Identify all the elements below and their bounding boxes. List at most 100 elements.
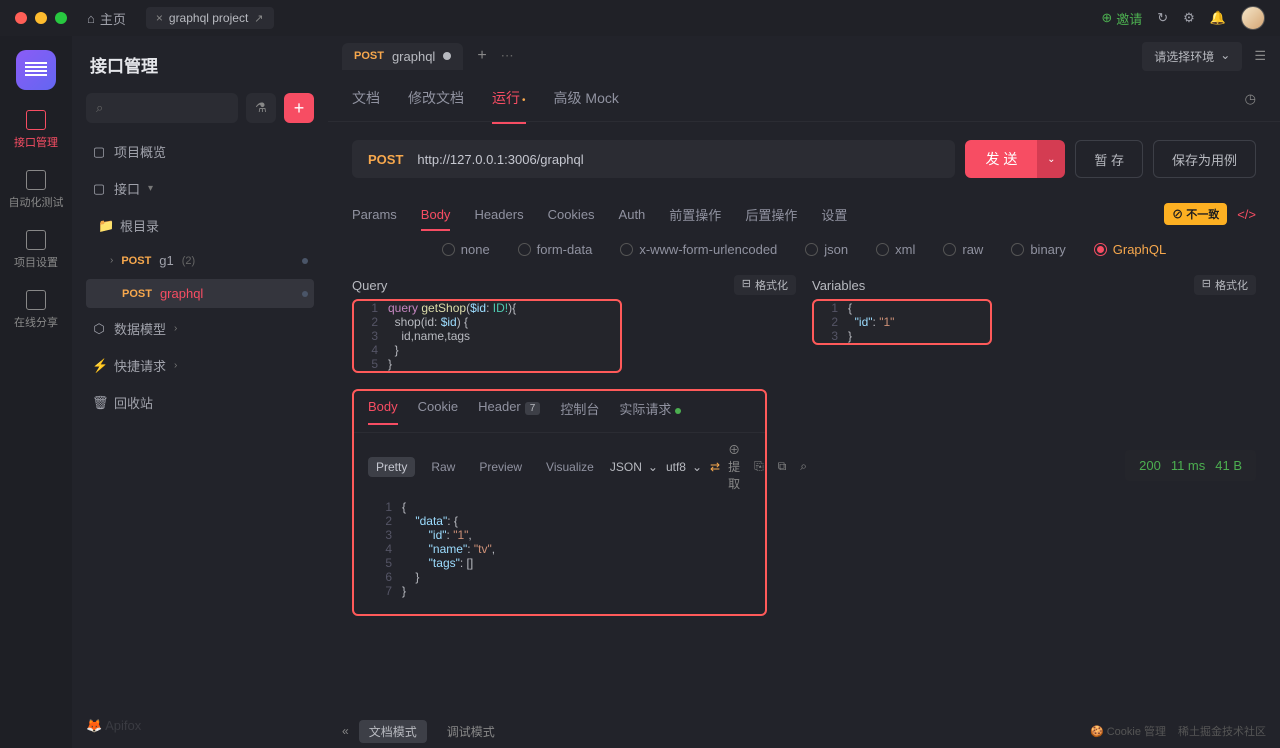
cookie-manage[interactable]: 🍪 Cookie 管理 (1090, 723, 1166, 739)
tab-prescript[interactable]: 前置操作 (669, 205, 721, 224)
resp-tab-actual[interactable]: 实际请求 (619, 399, 681, 424)
unsaved-dot (443, 52, 451, 60)
environment-selector[interactable]: 请选择环境 ⌄ (1142, 42, 1242, 71)
project-tab-label: graphql project (169, 11, 248, 25)
maximize-window[interactable] (55, 12, 67, 24)
tab-headers[interactable]: Headers (474, 207, 523, 222)
chevron-right-icon: › (174, 360, 177, 371)
sidebar: 接口管理 ⌕ ⚗ + ▢ 项目概览 ▢ 接口 ▾ 📁 根目录 (72, 36, 328, 748)
tree-api-root[interactable]: ▢ 接口 ▾ (86, 172, 314, 205)
body-type-none[interactable]: none (442, 242, 490, 257)
home-label: 主页 (100, 9, 126, 28)
format-select[interactable]: JSON ⌄ (610, 460, 658, 474)
resp-tab-console[interactable]: 控制台 (560, 399, 599, 424)
stash-button[interactable]: 暂 存 (1075, 140, 1143, 178)
code-icon[interactable]: </> (1237, 207, 1256, 222)
body-type-raw[interactable]: raw (943, 242, 983, 257)
view-pretty[interactable]: Pretty (368, 457, 415, 477)
body-type-binary[interactable]: binary (1011, 242, 1065, 257)
variables-editor[interactable]: 1{ 2 "id": "1" 3} (812, 299, 992, 345)
nav-docs[interactable]: 文档 (352, 88, 380, 110)
invite-button[interactable]: ⊕ 邀请 (1101, 9, 1142, 28)
menu-icon[interactable]: ☰ (1254, 48, 1266, 64)
resp-tab-body[interactable]: Body (368, 399, 398, 424)
folder-icon: 📁 (98, 218, 112, 234)
doc-mode-button[interactable]: 文档模式 (359, 720, 427, 743)
more-tabs-icon[interactable]: ⋯ (501, 48, 516, 64)
view-raw[interactable]: Raw (423, 457, 463, 477)
project-tab[interactable]: × graphql project ↗ (146, 7, 274, 29)
rail-api-manage[interactable]: 接口管理 (14, 110, 58, 150)
format-query-button[interactable]: ⊟ 格式化 (734, 275, 796, 295)
bell-icon[interactable]: 🔔 (1210, 10, 1226, 26)
project-settings-icon (26, 230, 46, 250)
tree-item-graphql[interactable]: POST graphql (86, 279, 314, 308)
view-preview[interactable]: Preview (471, 457, 530, 477)
tab-auth[interactable]: Auth (619, 207, 646, 222)
send-button[interactable]: 发 送 (965, 140, 1037, 178)
rail-automation[interactable]: 自动化测试 (9, 170, 64, 210)
request-tab[interactable]: POST graphql (342, 43, 463, 70)
response-body[interactable]: 1{ 2 "data": { 3 "id": "1", 4 "name": "t… (354, 500, 765, 606)
tab-settings[interactable]: 设置 (821, 205, 847, 224)
body-type-urlencoded[interactable]: x-www-form-urlencoded (620, 242, 777, 257)
tree-root-dir[interactable]: 📁 根目录 (86, 209, 314, 242)
tab-method: POST (354, 50, 384, 62)
minimize-window[interactable] (35, 12, 47, 24)
copy-icon[interactable]: ⎘ (754, 459, 764, 474)
charset-select[interactable]: utf8 ⌄ (666, 460, 702, 474)
response-panel: Body Cookie Header7 控制台 实际请求 Pretty Raw … (352, 389, 767, 616)
url-input[interactable]: POST http://127.0.0.1:3006/graphql (352, 140, 955, 178)
debug-mode-button[interactable]: 调试模式 (437, 720, 505, 743)
settings-icon[interactable]: ⚙ (1183, 10, 1195, 26)
tab-body[interactable]: Body (421, 207, 451, 222)
refresh-icon[interactable]: ↻ (1157, 10, 1168, 26)
home-button[interactable]: ⌂ 主页 (87, 9, 126, 28)
add-button[interactable]: + (284, 93, 314, 123)
wrap-icon[interactable]: ⇄ (710, 460, 720, 474)
invite-label: 邀请 (1116, 9, 1142, 28)
tab-postscript[interactable]: 后置操作 (745, 205, 797, 224)
add-tab-button[interactable]: + (477, 47, 486, 65)
window-controls (15, 12, 67, 24)
rail-share[interactable]: 在线分享 (14, 290, 58, 330)
send-dropdown[interactable]: ⌄ (1037, 140, 1065, 178)
method-badge: POST (121, 255, 151, 267)
app-logo[interactable] (16, 50, 56, 90)
tree-item-g1[interactable]: › POST g1 (2) (86, 246, 314, 275)
nav-edit-docs[interactable]: 修改文档 (408, 88, 464, 110)
duplicate-icon[interactable]: ⧉ (778, 459, 787, 474)
body-type-json[interactable]: json (805, 242, 848, 257)
body-type-xml[interactable]: xml (876, 242, 915, 257)
view-visualize[interactable]: Visualize (538, 457, 602, 477)
collapse-icon[interactable]: « (342, 724, 349, 738)
extract-button[interactable]: ⊕ 提取 (728, 441, 740, 492)
resp-tab-header[interactable]: Header7 (478, 399, 540, 424)
resp-tab-cookie[interactable]: Cookie (418, 399, 458, 424)
search-icon[interactable]: ⌕ (800, 459, 807, 474)
nav-run[interactable]: 运行• (492, 88, 526, 110)
filter-button[interactable]: ⚗ (246, 93, 276, 123)
close-tab-icon[interactable]: × (156, 11, 163, 25)
rail-project-settings[interactable]: 项目设置 (14, 230, 58, 270)
format-variables-button[interactable]: ⊟ 格式化 (1194, 275, 1256, 295)
inconsistent-badge[interactable]: ⊘ 不一致 (1164, 203, 1227, 225)
nav-mock[interactable]: 高级 Mock (554, 88, 619, 110)
tab-cookies[interactable]: Cookies (548, 207, 595, 222)
tree-quick-request[interactable]: ⚡ 快捷请求 › (86, 349, 314, 382)
model-icon: ⬡ (92, 321, 106, 337)
tab-params[interactable]: Params (352, 207, 397, 222)
tree-overview[interactable]: ▢ 项目概览 (86, 135, 314, 168)
tree-data-model[interactable]: ⬡ 数据模型 › (86, 312, 314, 345)
user-avatar[interactable] (1241, 6, 1265, 30)
save-case-button[interactable]: 保存为用例 (1153, 140, 1256, 178)
tree-recycle[interactable]: 🗑 回收站 (86, 386, 314, 419)
body-type-formdata[interactable]: form-data (518, 242, 593, 257)
search-input[interactable]: ⌕ (86, 93, 238, 123)
query-editor[interactable]: 1query getShop($id: ID!){ 2 shop(id: $id… (352, 299, 622, 373)
history-icon[interactable]: ◷ (1245, 91, 1256, 106)
response-stats: 200 11 ms 41 B (1125, 450, 1256, 481)
status-dot (302, 291, 308, 297)
body-type-graphql[interactable]: GraphQL (1094, 242, 1166, 257)
close-window[interactable] (15, 12, 27, 24)
